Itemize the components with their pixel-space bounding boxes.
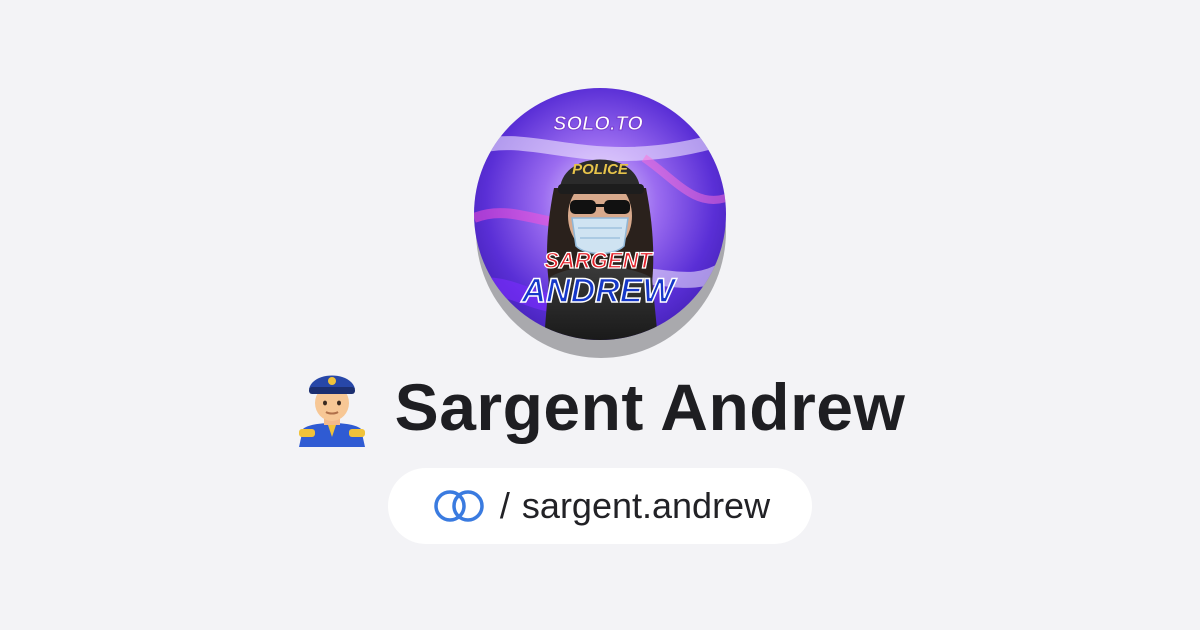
link-rings-icon: [434, 490, 484, 522]
avatar-title-line-1: SARGENT: [544, 248, 653, 273]
avatar: SOLO.TO POLICE SARGENT ANDREW: [474, 88, 728, 358]
share-card: SOLO.TO POLICE SARGENT ANDREW Sargent An…: [0, 0, 1200, 630]
profile-display-name: Sargent Andrew: [394, 370, 906, 444]
avatar-brand-label: SOLO.TO: [553, 113, 643, 135]
avatar-image: SOLO.TO POLICE SARGENT ANDREW: [474, 88, 726, 340]
profile-link-pill[interactable]: / sargent.andrew: [388, 468, 812, 544]
police-officer-emoji-icon: [298, 375, 365, 447]
handle-separator: /: [499, 485, 510, 526]
profile-handle: sargent.andrew: [521, 485, 771, 526]
avatar-title-line-2: ANDREW: [521, 272, 678, 310]
profile-name-row: Sargent Andrew: [0, 362, 1200, 452]
avatar-cap-label: POLICE: [572, 161, 629, 178]
